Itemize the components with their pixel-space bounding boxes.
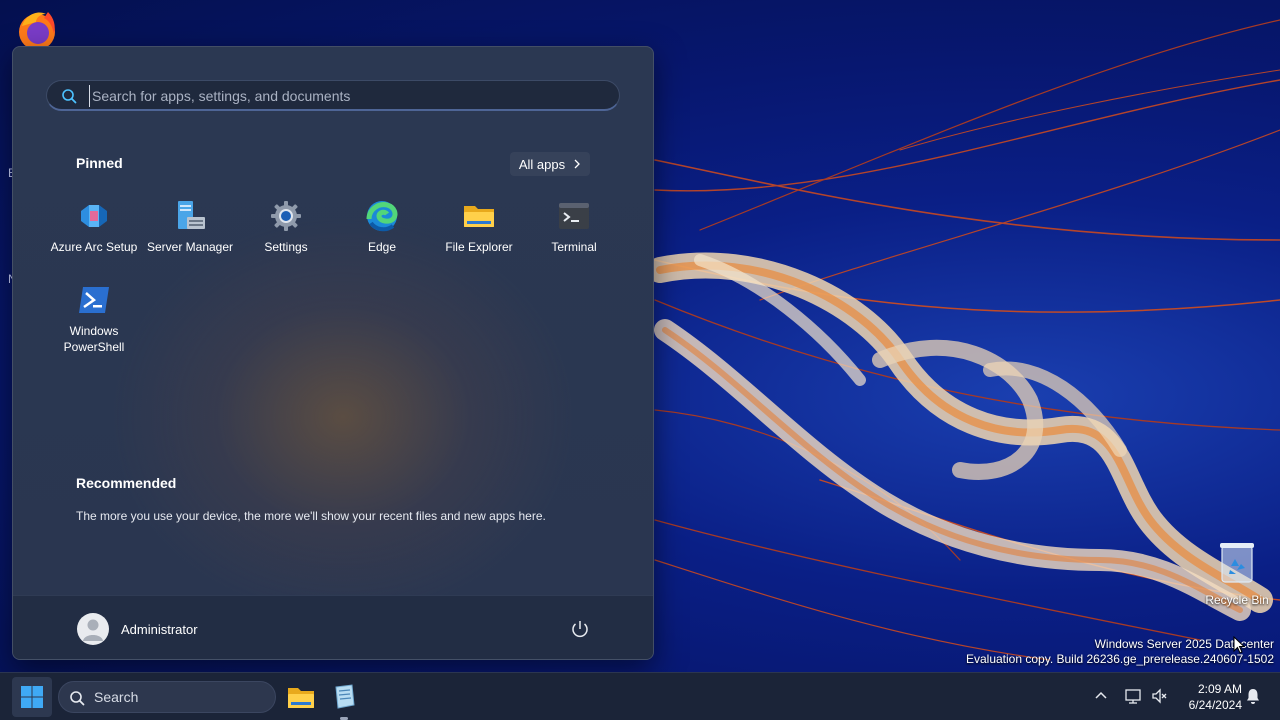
chevron-right-icon	[574, 159, 581, 169]
powershell-icon	[79, 287, 109, 313]
clock-time: 2:09 AM	[1197, 682, 1242, 696]
pinned-heading: Pinned	[76, 155, 123, 171]
recycle-bin-label: Recycle Bin	[1205, 593, 1269, 607]
power-icon[interactable]	[569, 618, 591, 640]
pinned-app-terminal[interactable]: Terminal	[526, 199, 622, 255]
user-avatar[interactable]	[77, 613, 109, 645]
pinned-app-settings[interactable]: Settings	[238, 199, 334, 255]
edge-icon	[366, 201, 398, 232]
pinned-app-label: Edge	[367, 240, 397, 254]
start-search-box[interactable]	[46, 80, 620, 111]
start-menu-footer: Administrator	[13, 595, 653, 659]
evaluation-watermark: Windows Server 2025 Datacenter Evaluatio…	[966, 637, 1274, 667]
start-menu: Pinned All apps Azure Arc Setup Server M…	[12, 46, 654, 660]
terminal-icon	[559, 203, 589, 229]
pinned-app-label: Server Manager	[146, 240, 234, 254]
start-button[interactable]	[12, 677, 52, 717]
clock-date: 6/24/2024	[1188, 698, 1242, 712]
azure-arc-icon	[81, 205, 107, 227]
taskbar-clock[interactable]: 2:09 AM 6/24/2024	[1176, 681, 1242, 713]
volume-muted-icon[interactable]	[1150, 687, 1168, 705]
start-search-input[interactable]	[89, 85, 589, 107]
taskbar-search[interactable]: Search	[58, 681, 276, 713]
recommended-heading: Recommended	[76, 475, 177, 491]
pinned-app-label: Settings	[264, 240, 308, 254]
recycle-bin[interactable]: Recycle Bin	[1204, 540, 1270, 607]
notification-bell-icon[interactable]	[1244, 687, 1262, 705]
watermark-edition: Windows Server 2025 Datacenter	[1094, 637, 1274, 651]
pinned-app-label: Windows PowerShell	[63, 324, 125, 354]
watermark-build: Evaluation copy. Build 26236.ge_prerelea…	[965, 652, 1274, 666]
taskbar-search-label: Search	[94, 689, 139, 705]
file-explorer-taskbar-icon[interactable]	[285, 681, 317, 713]
user-icon	[83, 619, 103, 641]
user-name[interactable]: Administrator	[121, 622, 198, 637]
pinned-app-label: Azure Arc Setup	[50, 240, 138, 254]
search-icon	[62, 89, 77, 104]
recycle-bin-icon	[1220, 543, 1254, 583]
server-manager-icon	[178, 201, 205, 229]
pinned-app-windows-powershell[interactable]: Windows PowerShell	[46, 283, 142, 355]
mouse-cursor-icon	[1233, 636, 1245, 654]
pinned-app-label: Terminal	[551, 240, 597, 254]
windows-logo-icon	[21, 686, 43, 708]
network-icon[interactable]	[1124, 687, 1142, 705]
taskbar: Search 2:09 AM 6/24/2024	[0, 672, 1280, 720]
all-apps-label: All apps	[518, 156, 566, 172]
all-apps-button[interactable]: All apps	[510, 152, 590, 176]
chevron-up-icon[interactable]	[1092, 687, 1110, 705]
pinned-app-edge[interactable]: Edge	[334, 199, 430, 255]
pinned-app-label: File Explorer	[445, 240, 513, 254]
pinned-app-server-manager[interactable]: Server Manager	[142, 199, 238, 255]
gear-icon	[271, 201, 301, 231]
pinned-app-azure-arc-setup[interactable]: Azure Arc Setup	[46, 199, 142, 255]
server-manager-taskbar-icon[interactable]	[328, 681, 360, 713]
pinned-app-file-explorer[interactable]: File Explorer	[431, 199, 527, 255]
folder-icon	[464, 206, 494, 227]
search-icon	[70, 691, 85, 706]
recommended-empty-text: The more you use your device, the more w…	[76, 509, 546, 523]
